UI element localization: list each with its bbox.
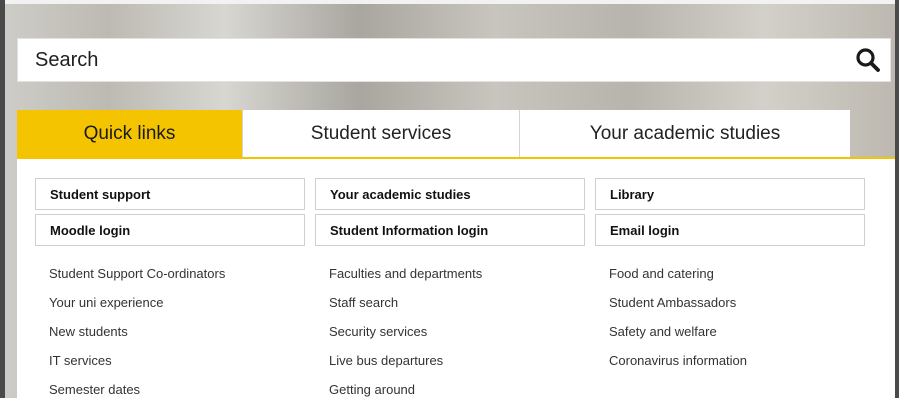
- link-student-support[interactable]: Student support: [35, 178, 305, 210]
- link-library[interactable]: Library: [595, 178, 865, 210]
- link-getting-around[interactable]: Getting around: [329, 382, 415, 397]
- search-button[interactable]: [846, 39, 890, 81]
- link-security-services[interactable]: Security services: [329, 324, 427, 339]
- link-coronavirus-information[interactable]: Coronavirus information: [609, 353, 747, 368]
- link-student-ambassadors[interactable]: Student Ambassadors: [609, 295, 736, 310]
- tab-quick-links[interactable]: Quick links: [17, 110, 242, 157]
- tab-your-academic-studies[interactable]: Your academic studies: [519, 110, 850, 157]
- tab-student-services[interactable]: Student services: [242, 110, 519, 157]
- link-your-uni-experience[interactable]: Your uni experience: [49, 295, 163, 310]
- window-frame-left: [0, 0, 5, 398]
- link-staff-search[interactable]: Staff search: [329, 295, 398, 310]
- link-moodle-login[interactable]: Moodle login: [35, 214, 305, 246]
- link-live-bus-departures[interactable]: Live bus departures: [329, 353, 443, 368]
- link-it-services[interactable]: IT services: [49, 353, 112, 368]
- quick-links-panel: Student support Your academic studies Li…: [17, 157, 895, 398]
- link-safety-and-welfare[interactable]: Safety and welfare: [609, 324, 717, 339]
- link-new-students[interactable]: New students: [49, 324, 128, 339]
- link-email-login[interactable]: Email login: [595, 214, 865, 246]
- link-faculties-and-departments[interactable]: Faculties and departments: [329, 266, 482, 281]
- window-frame-right: [895, 0, 899, 398]
- top-strip: [5, 0, 895, 4]
- search-bar: [17, 38, 891, 82]
- link-your-academic-studies[interactable]: Your academic studies: [315, 178, 585, 210]
- link-student-support-coordinators[interactable]: Student Support Co-ordinators: [49, 266, 225, 281]
- link-food-and-catering[interactable]: Food and catering: [609, 266, 714, 281]
- tab-bar: Quick links Student services Your academ…: [17, 110, 850, 157]
- link-student-information-login[interactable]: Student Information login: [315, 214, 585, 246]
- search-icon: [856, 48, 880, 72]
- link-semester-dates[interactable]: Semester dates: [49, 382, 140, 397]
- search-input[interactable]: [18, 39, 846, 81]
